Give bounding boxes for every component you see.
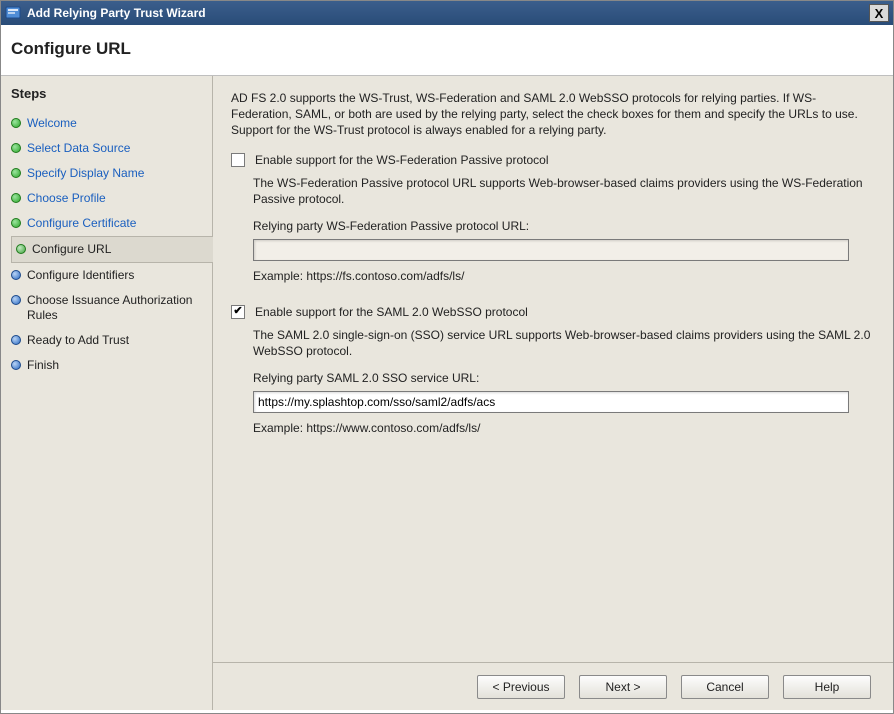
step-bullet-icon [11,118,21,128]
steps-title: Steps [11,86,212,101]
wsfed-example: Example: https://fs.contoso.com/adfs/ls/ [253,269,873,283]
titlebar: Add Relying Party Trust Wizard X [1,1,893,25]
step-label: Configure URL [32,242,111,257]
step-label: Configure Certificate [27,216,136,231]
step-label: Welcome [27,116,77,131]
previous-button[interactable]: < Previous [477,675,565,699]
intro-text: AD FS 2.0 supports the WS-Trust, WS-Fede… [231,90,873,139]
next-button[interactable]: Next > [579,675,667,699]
page-title: Configure URL [11,39,883,59]
wsfed-checkbox-label[interactable]: Enable support for the WS-Federation Pas… [255,153,548,167]
saml-url-label: Relying party SAML 2.0 SSO service URL: [253,371,873,385]
step-configure-url[interactable]: Configure URL [11,236,213,263]
wsfed-description: The WS-Federation Passive protocol URL s… [253,175,873,207]
step-select-data-source[interactable]: Select Data Source [11,136,212,161]
step-label: Select Data Source [27,141,130,156]
step-configure-certificate[interactable]: Configure Certificate [11,211,212,236]
cancel-button[interactable]: Cancel [681,675,769,699]
step-choose-issuance-auth-rules[interactable]: Choose Issuance Authorization Rules [11,288,212,328]
step-bullet-icon [16,244,26,254]
step-bullet-icon [11,360,21,370]
saml-checkbox-label[interactable]: Enable support for the SAML 2.0 WebSSO p… [255,305,528,319]
step-configure-identifiers[interactable]: Configure Identifiers [11,263,212,288]
help-button[interactable]: Help [783,675,871,699]
step-bullet-icon [11,270,21,280]
step-bullet-icon [11,168,21,178]
step-label: Configure Identifiers [27,268,134,283]
saml-url-input[interactable] [253,391,849,413]
app-icon [5,5,21,21]
step-label: Ready to Add Trust [27,333,129,348]
step-bullet-icon [11,295,21,305]
saml-example: Example: https://www.contoso.com/adfs/ls… [253,421,873,435]
wsfed-url-input[interactable] [253,239,849,261]
step-ready-to-add-trust[interactable]: Ready to Add Trust [11,328,212,353]
saml-description: The SAML 2.0 single-sign-on (SSO) servic… [253,327,873,359]
wsfed-checkbox[interactable] [231,153,245,167]
wizard-header: Configure URL [1,25,893,76]
step-bullet-icon [11,193,21,203]
step-label: Choose Profile [27,191,106,206]
wsfed-url-label: Relying party WS-Federation Passive prot… [253,219,873,233]
wizard-body: Steps Welcome Select Data Source Specify… [1,76,893,710]
step-label: Finish [27,358,59,373]
step-specify-display-name[interactable]: Specify Display Name [11,161,212,186]
step-finish[interactable]: Finish [11,353,212,378]
main-panel: AD FS 2.0 supports the WS-Trust, WS-Fede… [213,76,893,710]
steps-sidebar: Steps Welcome Select Data Source Specify… [1,76,213,710]
step-bullet-icon [11,335,21,345]
step-welcome[interactable]: Welcome [11,111,212,136]
saml-checkbox[interactable]: ✔ [231,305,245,319]
wsfed-section: Enable support for the WS-Federation Pas… [231,153,873,283]
wizard-footer: < Previous Next > Cancel Help [213,662,893,710]
close-button[interactable]: X [869,4,889,22]
window-title: Add Relying Party Trust Wizard [27,6,869,20]
saml-section: ✔ Enable support for the SAML 2.0 WebSSO… [231,305,873,435]
step-bullet-icon [11,143,21,153]
step-bullet-icon [11,218,21,228]
step-label: Choose Issuance Authorization Rules [27,293,208,323]
step-label: Specify Display Name [27,166,144,181]
step-choose-profile[interactable]: Choose Profile [11,186,212,211]
